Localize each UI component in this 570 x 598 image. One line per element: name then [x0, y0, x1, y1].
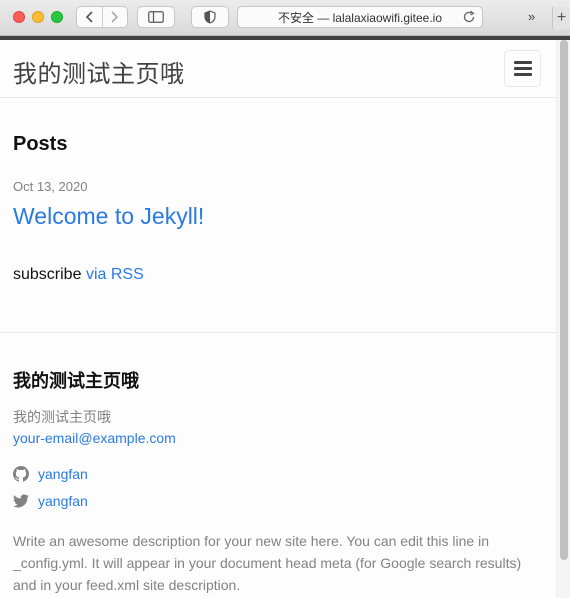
twitter-icon — [13, 494, 29, 508]
subscribe-line: subscribe via RSS — [13, 266, 144, 284]
site-description: Write an awesome description for your ne… — [13, 533, 522, 593]
rss-link[interactable]: via RSS — [86, 266, 144, 283]
address-text: 不安全 — lalalaxiaowifi.gitee.io — [277, 10, 443, 25]
hamburger-menu-icon — [513, 61, 532, 76]
github-username-link[interactable]: yangfan — [38, 466, 88, 482]
twitter-social-item: yangfan — [13, 493, 88, 509]
posts-heading: Posts — [13, 133, 68, 155]
footer-divider — [0, 332, 556, 333]
privacy-report-button[interactable] — [191, 6, 229, 28]
footer-site-name: 我的测试主页哦 — [13, 409, 111, 425]
subscribe-text: subscribe — [13, 266, 82, 283]
more-tabs-button[interactable]: » — [528, 9, 535, 24]
browser-toolbar: 不安全 — lalalaxiaowifi.gitee.io » + — [0, 0, 570, 36]
site-header: 我的测试主页哦 — [0, 40, 556, 98]
footer-email-link[interactable]: your-email@example.com — [13, 430, 176, 446]
address-bar[interactable]: 不安全 — lalalaxiaowifi.gitee.io — [237, 6, 483, 28]
post-date: Oct 13, 2020 — [13, 179, 88, 194]
scrollbar-thumb[interactable] — [560, 40, 568, 560]
footer-title: 我的测试主页哦 — [13, 371, 139, 391]
minimize-window-button[interactable] — [32, 11, 44, 23]
forward-button[interactable] — [101, 7, 127, 27]
twitter-username-link[interactable]: yangfan — [38, 493, 88, 509]
page-scrollbar[interactable] — [556, 40, 570, 598]
github-social-item: yangfan — [13, 466, 88, 482]
sidebar-toggle-button[interactable] — [137, 6, 175, 28]
github-icon — [13, 466, 29, 482]
back-icon — [85, 11, 93, 23]
menu-button[interactable] — [504, 50, 541, 87]
new-tab-button[interactable]: + — [552, 7, 570, 29]
shield-icon — [204, 10, 216, 24]
sidebar-icon — [148, 11, 164, 23]
back-button[interactable] — [77, 7, 102, 27]
reload-icon[interactable] — [462, 10, 476, 24]
forward-icon — [111, 11, 119, 23]
close-window-button[interactable] — [13, 11, 25, 23]
maximize-window-button[interactable] — [51, 11, 63, 23]
post-title-link[interactable]: Welcome to Jekyll! — [13, 203, 204, 230]
nav-buttons — [76, 6, 128, 28]
site-title[interactable]: 我的测试主页哦 — [13, 54, 185, 89]
